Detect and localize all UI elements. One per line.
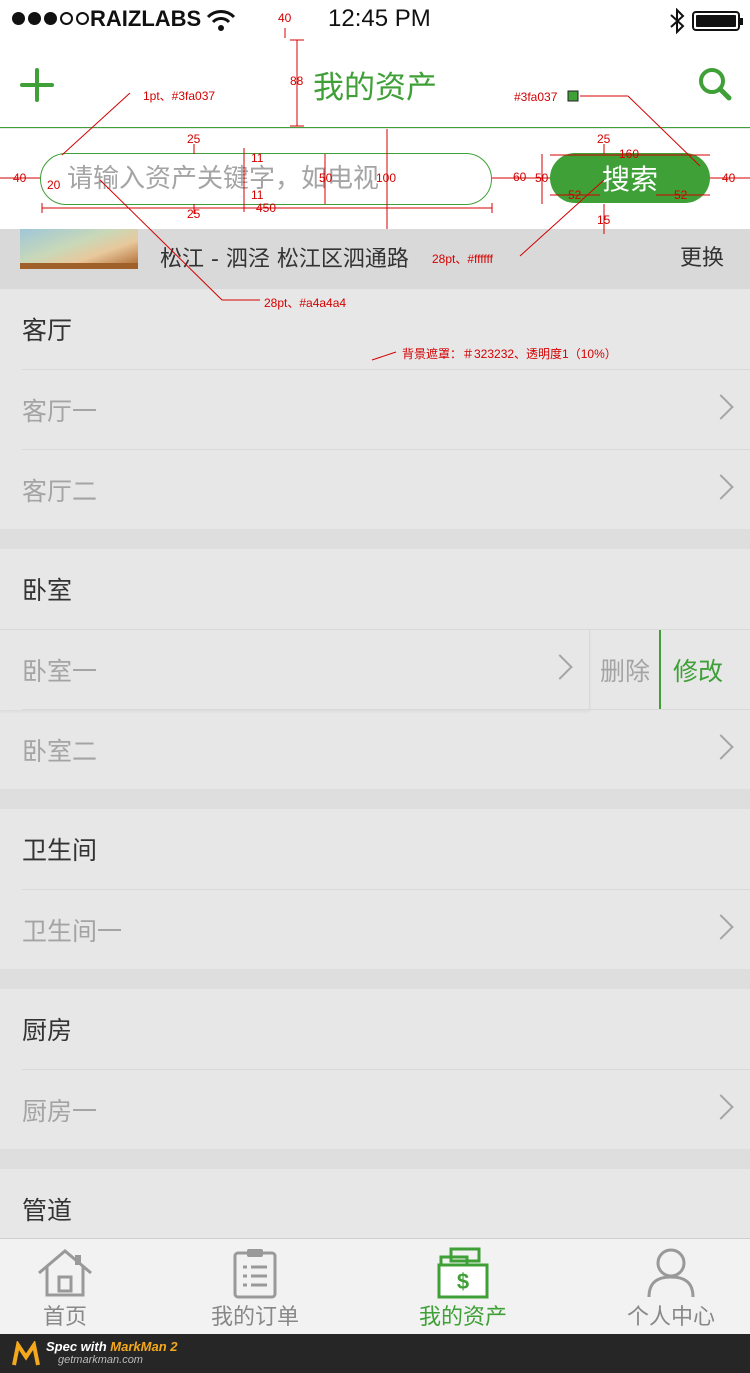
- list-item-label: 卧室一: [22, 657, 98, 686]
- spec-label: 52: [674, 188, 688, 202]
- list-item-content[interactable]: 卧室一: [0, 630, 590, 710]
- spec-label: 11: [251, 151, 264, 165]
- asset-group: 管道: [0, 1169, 750, 1249]
- list-item-label: 客厅一: [22, 396, 98, 426]
- tab-label: 个人中心: [626, 1305, 715, 1330]
- spec-label: 28pt、#a4a4a4: [264, 296, 347, 310]
- spec-label: 25: [187, 132, 201, 146]
- search-icon[interactable]: [698, 67, 732, 101]
- list-item[interactable]: 客厅一: [22, 369, 750, 449]
- carrier-name: RAIZLABS: [90, 6, 202, 31]
- chevron-right-icon: [708, 914, 734, 940]
- spec-label: 20: [47, 178, 61, 192]
- asset-group: 厨房 厨房一: [0, 989, 750, 1149]
- search-input[interactable]: [40, 153, 492, 205]
- markman-logo-icon: [12, 1341, 40, 1366]
- spec-label: 25: [597, 132, 611, 146]
- tab-home[interactable]: 首页: [0, 1239, 130, 1335]
- tab-profile[interactable]: 个人中心: [606, 1239, 736, 1335]
- battery-icon: [692, 11, 743, 31]
- status-bar: RAIZLABS 12:45 PM: [0, 0, 750, 40]
- group-title: 客厅: [22, 316, 73, 345]
- chevron-right-icon: [708, 734, 734, 760]
- clipboard-icon: [233, 1249, 277, 1299]
- search-bar: 搜索: [0, 129, 750, 229]
- tab-assets[interactable]: $ 我的资产: [398, 1239, 528, 1335]
- status-time: 12:45 PM: [328, 5, 431, 32]
- group-title: 厨房: [22, 1016, 73, 1045]
- chevron-right-icon: [708, 474, 734, 500]
- asset-list: 客厅 客厅一 客厅二 卧室 卧室一 删除 修改 卧室二 卫生间 卫生间一 厨房 …: [0, 289, 750, 1249]
- svg-text:$: $: [457, 1269, 469, 1294]
- group-divider: [0, 1149, 750, 1169]
- wifi-icon: [206, 10, 236, 31]
- spec-label: 450: [256, 201, 277, 215]
- spec-label: 52: [568, 188, 582, 202]
- group-title: 卫生间: [22, 836, 98, 865]
- group-divider: [0, 789, 750, 809]
- delete-button[interactable]: 删除: [591, 630, 661, 710]
- group-title: 卧室: [22, 576, 73, 605]
- chevron-right-icon: [708, 394, 734, 420]
- spec-label: #3fa037: [514, 90, 558, 104]
- spec-label: 15: [597, 213, 611, 227]
- bluetooth-icon: [670, 8, 685, 34]
- footer-brand: Spec with MarkMan 2: [46, 1339, 178, 1354]
- person-icon: [647, 1248, 695, 1298]
- tab-bar: 首页 我的订单 $ 我的资产 个人中心: [0, 1238, 750, 1334]
- asset-group: 客厅 客厅一 客厅二: [0, 289, 750, 529]
- spec-label: 40: [13, 171, 27, 185]
- spec-label: 100: [376, 171, 397, 185]
- spec-label: 1pt、#3fa037: [143, 89, 216, 103]
- location-address: 松江 - 泗泾 松江区泗通路: [160, 247, 409, 272]
- chevron-right-icon: [708, 1094, 734, 1120]
- list-item[interactable]: 厨房一: [22, 1069, 750, 1149]
- nav-bar: 我的资产: [0, 40, 750, 128]
- list-item-label: 卫生间一: [22, 916, 123, 946]
- asset-group: 卧室 卧室一 删除 修改 卧室二: [0, 549, 750, 789]
- tab-label: 首页: [42, 1305, 87, 1330]
- location-bar: 松江 - 泗泾 松江区泗通路 更换: [0, 229, 750, 289]
- assets-icon: $: [437, 1247, 489, 1299]
- chevron-right-icon: [547, 654, 573, 680]
- asset-group: 卫生间 卫生间一: [0, 809, 750, 969]
- edit-button[interactable]: 修改: [663, 630, 733, 710]
- list-item-label: 厨房一: [22, 1096, 98, 1126]
- list-item[interactable]: 卧室二: [22, 709, 750, 789]
- home-icon: [38, 1249, 92, 1297]
- group-divider: [0, 529, 750, 549]
- page-title: 我的资产: [313, 70, 437, 106]
- markman-footer: Spec with MarkMan 2 getmarkman.com: [0, 1334, 750, 1373]
- signal-strength-icon: [12, 12, 89, 25]
- spec-label: 40: [278, 11, 292, 25]
- spec-label: 背景遮罩：＃323232、透明度1（10%）: [402, 347, 617, 361]
- list-item[interactable]: 卫生间一: [22, 889, 750, 969]
- location-thumbnail: [20, 229, 138, 269]
- spec-label: 50: [319, 171, 333, 185]
- change-location-button[interactable]: 更换: [680, 240, 724, 272]
- list-item[interactable]: 客厅二: [22, 449, 750, 529]
- tab-orders[interactable]: 我的订单: [190, 1239, 320, 1335]
- spec-label: 28pt、#ffffff: [432, 252, 493, 266]
- spec-label: 25: [187, 207, 201, 221]
- group-divider: [0, 969, 750, 989]
- tab-label: 我的订单: [210, 1305, 299, 1330]
- list-item-label: 客厅二: [22, 476, 98, 506]
- tab-label: 我的资产: [418, 1305, 507, 1330]
- spec-label: 60: [513, 170, 527, 184]
- spec-label: 40: [722, 171, 736, 185]
- group-title: 管道: [22, 1196, 73, 1225]
- spec-label: 88: [290, 74, 304, 88]
- list-item-swiped[interactable]: 卧室一 删除 修改: [0, 629, 750, 710]
- spec-label: 160: [619, 147, 640, 161]
- spec-label: 11: [251, 188, 264, 202]
- spec-label: 50: [535, 171, 549, 185]
- footer-site: getmarkman.com: [58, 1354, 143, 1366]
- list-item-label: 卧室二: [22, 736, 98, 766]
